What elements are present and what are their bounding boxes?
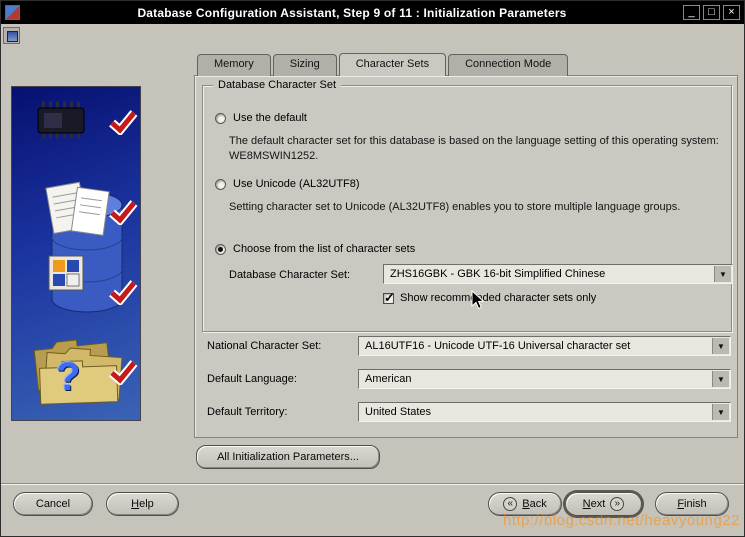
chevron-down-icon[interactable]: ▼ xyxy=(712,338,729,354)
maximize-button[interactable]: □ xyxy=(703,5,720,20)
tab-connection-mode[interactable]: Connection Mode xyxy=(448,54,569,76)
character-sets-panel: Database Character Set Use the default T… xyxy=(194,75,738,438)
radio-use-unicode[interactable]: Use Unicode (AL32UTF8) xyxy=(215,178,360,190)
tab-bar: Memory Sizing Character Sets Connection … xyxy=(197,53,570,76)
tab-character-sets[interactable]: Character Sets xyxy=(338,53,447,76)
default-territory-select[interactable]: United States ▼ xyxy=(358,402,731,422)
minimize-button[interactable]: _ xyxy=(683,5,700,20)
back-label: Back xyxy=(522,498,547,510)
show-recommended-label: Show recommended character sets only xyxy=(400,292,597,304)
checkmark-icon xyxy=(108,359,138,390)
radio-choose-from-list-label: Choose from the list of character sets xyxy=(233,243,416,255)
checkmark-icon xyxy=(108,279,138,310)
window-title: Database Configuration Assistant, Step 9… xyxy=(137,5,567,20)
radio-use-default[interactable]: Use the default xyxy=(215,112,307,124)
national-charset-value: AL16UTF16 - Unicode UTF-16 Universal cha… xyxy=(365,340,631,352)
tab-sizing[interactable]: Sizing xyxy=(272,54,337,76)
radio-icon[interactable] xyxy=(215,112,226,124)
help-button[interactable]: Help xyxy=(106,492,179,516)
checkmark-icon xyxy=(108,199,138,230)
all-initialization-parameters-button[interactable]: All Initialization Parameters... xyxy=(196,445,380,469)
default-language-label: Default Language: xyxy=(207,373,297,385)
next-label: Next xyxy=(582,498,606,510)
chip-icon xyxy=(28,101,92,146)
app-icon xyxy=(3,27,20,44)
close-button[interactable]: × xyxy=(723,5,740,20)
back-chevron-icon: « xyxy=(503,497,518,511)
default-territory-row: Default Territory: United States ▼ xyxy=(207,402,731,422)
use-unicode-description: Setting character set to Unicode (AL32UT… xyxy=(229,201,681,213)
national-charset-row: National Character Set: AL16UTF16 - Unic… xyxy=(207,336,731,356)
chevron-down-icon[interactable]: ▼ xyxy=(714,266,731,282)
wizard-art-panel: ? xyxy=(11,86,141,421)
default-language-value: American xyxy=(365,373,412,385)
titlebar[interactable]: Database Configuration Assistant, Step 9… xyxy=(1,1,744,24)
db-charset-value: ZHS16GBK - GBK 16-bit Simplified Chinese xyxy=(390,268,606,280)
help-label: Help xyxy=(131,498,154,510)
footer-separator xyxy=(1,483,744,485)
group-title: Database Character Set xyxy=(213,79,342,91)
radio-use-unicode-label: Use Unicode (AL32UTF8) xyxy=(233,178,360,190)
default-territory-label: Default Territory: xyxy=(207,406,288,418)
default-language-select[interactable]: American ▼ xyxy=(358,369,731,389)
radio-icon[interactable] xyxy=(215,243,226,255)
next-chevron-icon: » xyxy=(610,497,625,511)
radio-choose-from-list[interactable]: Choose from the list of character sets xyxy=(215,243,415,255)
default-territory-value: United States xyxy=(365,406,432,418)
mouse-cursor-icon xyxy=(471,289,485,315)
use-default-description: The default character set for this datab… xyxy=(229,135,719,162)
database-character-set-group: Database Character Set Use the default T… xyxy=(202,79,733,332)
radio-icon[interactable] xyxy=(215,178,226,190)
question-mark-icon: ? xyxy=(56,355,81,399)
window-controls: _ □ × xyxy=(680,5,740,20)
national-charset-select[interactable]: AL16UTF16 - Unicode UTF-16 Universal cha… xyxy=(358,336,731,356)
checkbox-icon[interactable] xyxy=(383,290,395,306)
cancel-button[interactable]: Cancel xyxy=(13,492,93,516)
settings-squares-icon xyxy=(48,255,84,296)
chevron-down-icon[interactable]: ▼ xyxy=(712,404,729,420)
national-charset-label: National Character Set: xyxy=(207,340,322,352)
chevron-down-icon[interactable]: ▼ xyxy=(712,371,729,387)
all-initialization-parameters-label: All Initialization Parameters... xyxy=(217,451,359,463)
db-charset-label: Database Character Set: xyxy=(229,269,351,281)
db-charset-select[interactable]: ZHS16GBK - GBK 16-bit Simplified Chinese… xyxy=(383,264,733,284)
window-icon xyxy=(5,5,20,20)
show-recommended-checkbox-row[interactable]: Show recommended character sets only xyxy=(383,290,597,306)
dbca-window: Database Configuration Assistant, Step 9… xyxy=(0,0,745,537)
radio-use-default-label: Use the default xyxy=(233,112,307,124)
watermark-text: http://blog.csdn.net/heavyoung22 xyxy=(502,512,740,529)
cancel-label: Cancel xyxy=(35,498,71,510)
checkmark-icon xyxy=(108,109,138,140)
default-language-row: Default Language: American ▼ xyxy=(207,369,731,389)
finish-label: Finish xyxy=(677,498,707,510)
tab-memory[interactable]: Memory xyxy=(197,54,271,76)
documents-icon xyxy=(36,175,114,250)
